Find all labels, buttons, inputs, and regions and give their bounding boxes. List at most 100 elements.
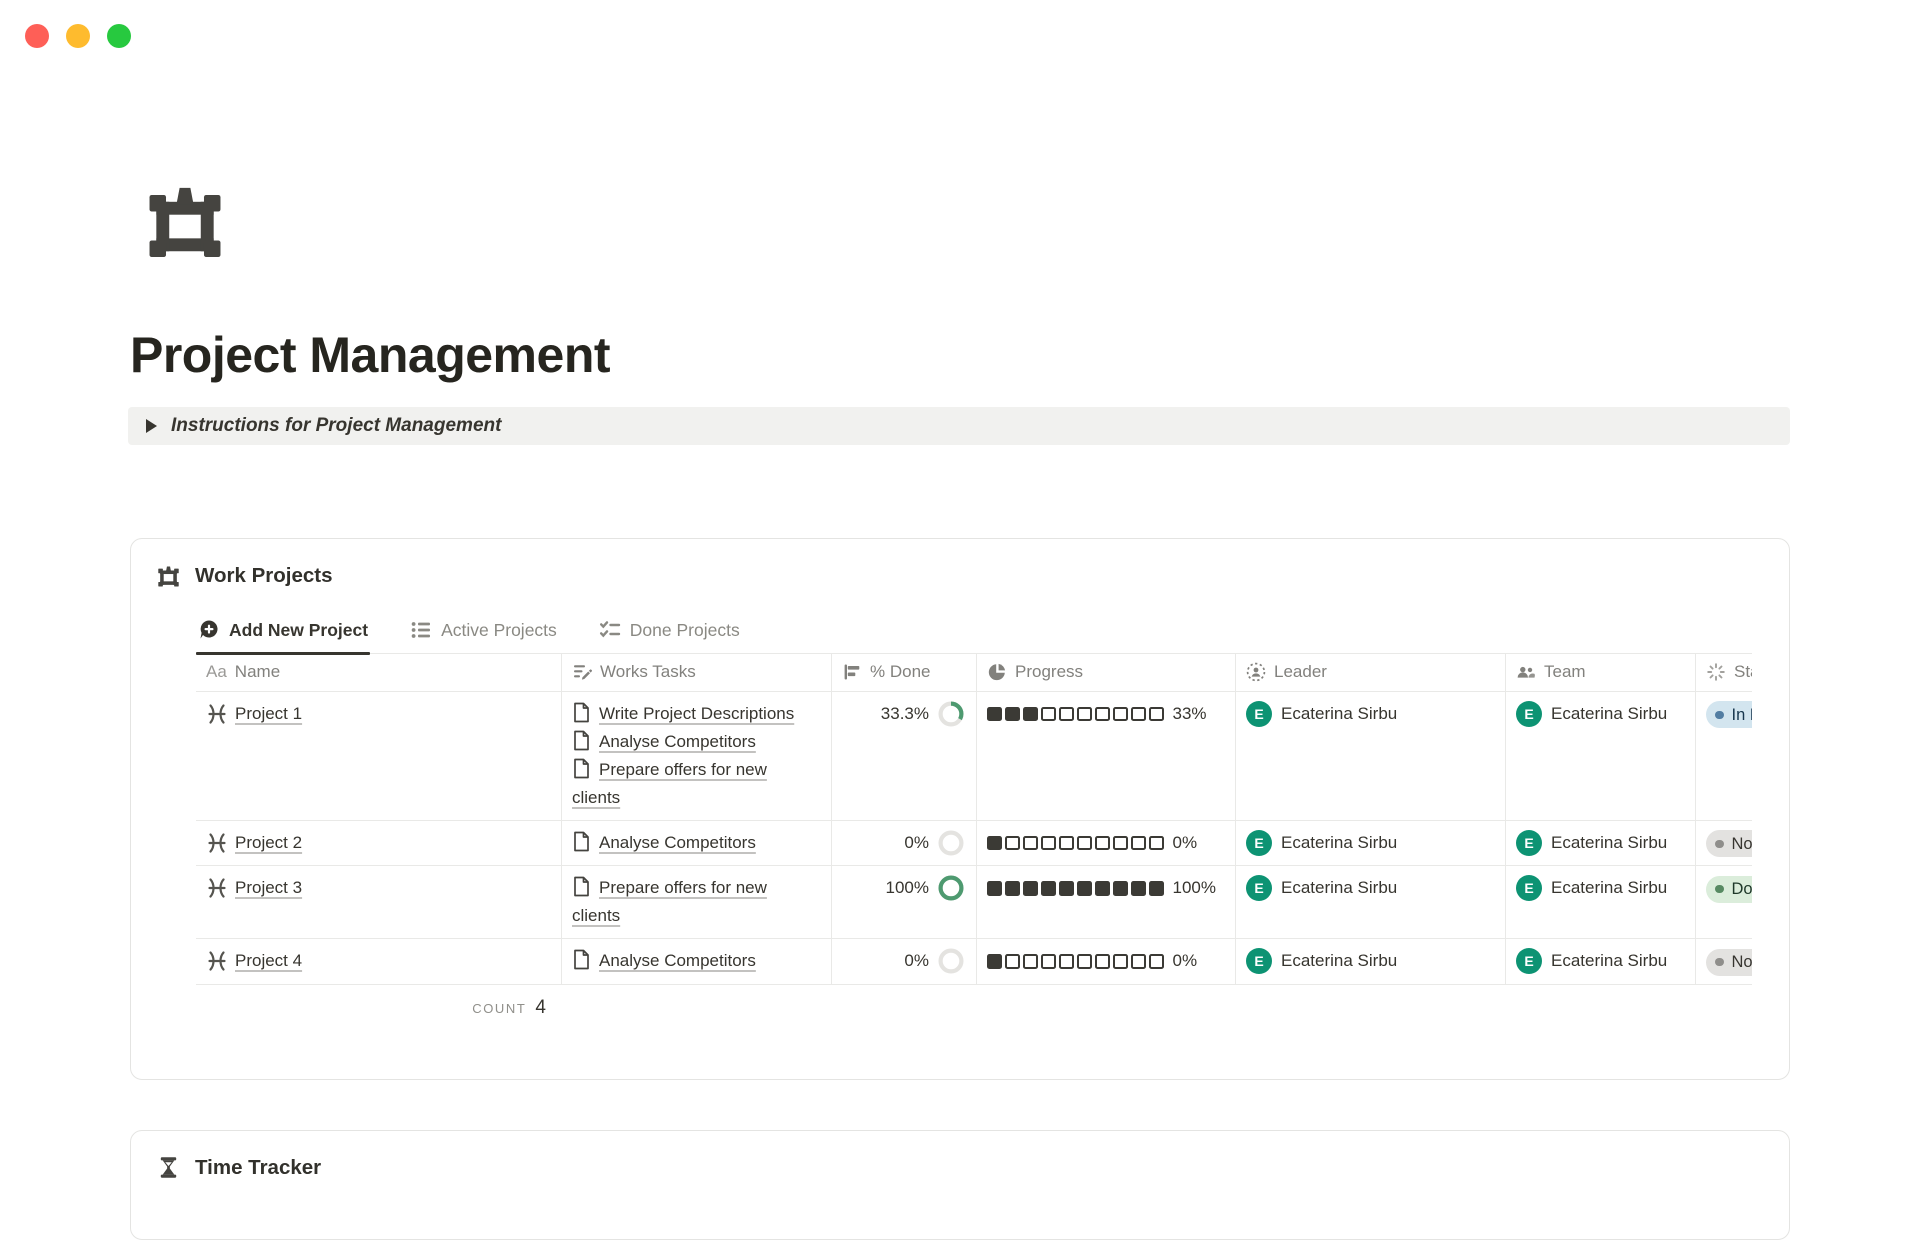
leader-cell[interactable]: EEcaterina Sirbu (1236, 692, 1506, 820)
team-cell[interactable]: EEcaterina Sirbu (1506, 821, 1696, 865)
progress-cell[interactable]: 0% (977, 821, 1236, 865)
status-cell[interactable]: In Progress (1696, 692, 1752, 820)
progress-cell[interactable]: 0% (977, 939, 1236, 983)
status-label: Done (1732, 875, 1753, 903)
page-title: Project Management (130, 326, 610, 384)
column-header-works-tasks[interactable]: Works Tasks (562, 653, 832, 691)
leader-cell[interactable]: EEcaterina Sirbu (1236, 821, 1506, 865)
window-controls (25, 24, 131, 48)
column-header-leader[interactable]: Leader (1236, 653, 1506, 691)
status-badge: In Progress (1706, 701, 1752, 728)
progress-value: 0% (1173, 829, 1198, 857)
status-cell[interactable]: Not Started (1696, 939, 1752, 983)
table-row: Project 2 Analyse Competitors 0% 0% EEca… (196, 821, 1752, 866)
works-tasks-cell[interactable]: Prepare offers for new clients (562, 866, 832, 938)
name-cell[interactable]: Project 2 (196, 821, 562, 865)
progress-bar (987, 829, 1164, 857)
project-link[interactable]: Project 2 (235, 829, 302, 857)
task-item: Analyse Competitors (572, 947, 819, 975)
projects-table: Aa Name Works Tasks (196, 653, 1752, 1019)
avatar: E (1246, 875, 1272, 901)
pct-done-cell[interactable]: 0% (832, 821, 977, 865)
tab-add-new-project[interactable]: Add New Project (196, 619, 370, 653)
pct-done-cell[interactable]: 0% (832, 939, 977, 983)
pct-done-value: 100% (886, 874, 929, 902)
task-item: Analyse Competitors (572, 829, 819, 857)
pct-done-cell[interactable]: 100% (832, 866, 977, 938)
status-cell[interactable]: Not Started (1696, 821, 1752, 865)
close-window-icon[interactable] (25, 24, 49, 48)
status-label: Not Started (1732, 948, 1753, 976)
notion-page: { "window": { "controls": [ {"name": "cl… (0, 0, 1920, 1200)
minimize-window-icon[interactable] (66, 24, 90, 48)
time-tracker-card: Time Tracker (130, 1130, 1790, 1240)
tab-active-projects[interactable]: Active Projects (408, 619, 559, 653)
tab-label: Active Projects (441, 620, 557, 641)
status-dot-icon (1715, 711, 1724, 720)
task-link[interactable]: Analyse Competitors (599, 951, 756, 970)
page-frame-icon[interactable] (142, 176, 228, 262)
name-cell[interactable]: Project 1 (196, 692, 562, 820)
progress-cell[interactable]: 33% (977, 692, 1236, 820)
pct-done-ring (938, 830, 964, 856)
column-header-name[interactable]: Aa Name (196, 653, 562, 691)
team-cell[interactable]: EEcaterina Sirbu (1506, 866, 1696, 938)
task-link[interactable]: Prepare offers for new clients (572, 878, 767, 925)
table-row: Project 3 Prepare offers for new clients… (196, 866, 1752, 939)
toggle-arrow-icon (146, 419, 157, 433)
project-link[interactable]: Project 4 (235, 947, 302, 975)
status-cell[interactable]: Done (1696, 866, 1752, 938)
tab-label: Done Projects (630, 620, 740, 641)
leader-cell[interactable]: E Ecaterina Sirbu (1236, 939, 1506, 983)
column-header-progress[interactable]: Progress (977, 653, 1236, 691)
pct-done-cell[interactable]: 33.3% (832, 692, 977, 820)
project-link[interactable]: Project 3 (235, 874, 302, 902)
team-name: Ecaterina Sirbu (1551, 700, 1667, 728)
team-cell[interactable]: EEcaterina Sirbu (1506, 939, 1696, 983)
section-title: Work Projects (195, 564, 332, 588)
zoom-window-icon[interactable] (107, 24, 131, 48)
progress-value: 100% (1173, 874, 1216, 902)
project-link[interactable]: Project 1 (235, 700, 302, 728)
tab-done-projects[interactable]: Done Projects (597, 619, 742, 653)
column-header-pct-done[interactable]: % Done (832, 653, 977, 691)
count-calculation[interactable]: COUNT4 (196, 997, 562, 1019)
name-cell[interactable]: Project 4 (196, 939, 562, 983)
status-badge: Not Started (1706, 830, 1752, 857)
table-header-row: Aa Name Works Tasks (196, 653, 1752, 692)
instructions-toggle[interactable]: Instructions for Project Management (128, 407, 1790, 445)
progress-bar (987, 700, 1164, 728)
works-tasks-cell[interactable]: Analyse Competitors (562, 939, 832, 983)
leader-name: Ecaterina Sirbu (1281, 874, 1397, 902)
checklist-icon (599, 619, 621, 641)
avatar: E (1516, 948, 1542, 974)
table-row: Project 4 Analyse Competitors 0% 0% E Eca… (196, 939, 1752, 984)
leader-name: Ecaterina Sirbu (1281, 947, 1397, 975)
progress-cell[interactable]: 100% (977, 866, 1236, 938)
frame-icon (156, 563, 181, 588)
pct-done-value: 0% (904, 829, 929, 857)
column-header-status[interactable]: Status (1696, 653, 1752, 691)
table-row: Project 1 Write Project Descriptions Anal… (196, 692, 1752, 821)
task-link[interactable]: Write Project Descriptions (599, 704, 794, 723)
bar-chart-icon (842, 662, 862, 682)
task-item: Prepare offers for new clients (572, 874, 819, 930)
text-icon: Aa (206, 658, 227, 686)
leader-cell[interactable]: E Ecaterina Sirbu (1236, 866, 1506, 938)
works-tasks-cell[interactable]: Analyse Competitors (562, 821, 832, 865)
column-header-team[interactable]: Team (1506, 653, 1696, 691)
task-link[interactable]: Analyse Competitors (599, 833, 756, 852)
task-link[interactable]: Prepare offers for new clients (572, 760, 767, 807)
avatar: E (1516, 701, 1542, 727)
team-cell[interactable]: E Ecaterina Sirbu (1506, 692, 1696, 820)
progress-value: 0% (1173, 947, 1198, 975)
name-cell[interactable]: Project 3 (196, 866, 562, 938)
avatar: E (1516, 875, 1542, 901)
task-link[interactable]: Analyse Competitors (599, 732, 756, 751)
project-page-icon (206, 876, 228, 900)
works-tasks-cell[interactable]: Write Project Descriptions Analyse Compet… (562, 692, 832, 820)
avatar: E (1246, 948, 1272, 974)
progress-value: 33% (1173, 700, 1207, 728)
view-tabs: Add New Project Active Projects Done Pro… (196, 611, 1752, 654)
task-item: Prepare offers for new clients (572, 756, 819, 812)
